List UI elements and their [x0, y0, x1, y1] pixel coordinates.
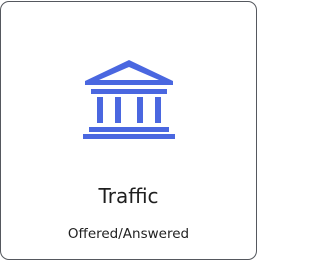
tile-subtitle: Offered/Answered [67, 226, 190, 242]
tile-title: Traffic [98, 184, 159, 208]
traffic-tile[interactable]: Traffic Offered/Answered [0, 1, 257, 260]
bank-icon [81, 59, 177, 139]
